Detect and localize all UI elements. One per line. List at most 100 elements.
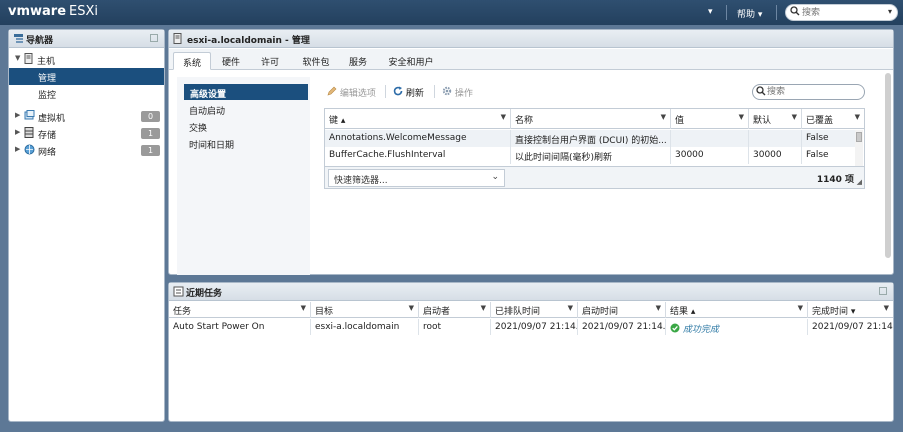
expand-right-icon[interactable]: ▶ [15,111,20,119]
tab-security-users[interactable]: 安全和用户 [385,52,437,70]
chevron-down-icon[interactable]: ▼ [792,113,797,121]
nav-host-label: 主机 [37,57,56,67]
nav-network-label: 网络 [38,148,57,158]
refresh-icon [393,86,406,99]
grid-scrollbar[interactable] [855,130,863,166]
top-bar: vmwareESXi ▾ 帮助 ▾ ▾ [0,0,903,25]
gear-icon [442,86,455,99]
grid-search-input[interactable] [767,86,857,98]
page-title: esxi-a.localdomain - 管理 [187,36,310,46]
global-search[interactable]: ▾ [785,4,898,21]
chevron-down-icon[interactable]: ▼ [656,304,661,312]
chevron-down-icon[interactable]: ▼ [855,113,860,121]
nav-vms-label: 虚拟机 [38,114,66,124]
network-icon [24,144,35,158]
actions-button[interactable]: 操作 [442,86,473,99]
vm-count-badge: 0 [141,111,160,122]
chevron-down-icon[interactable]: ▼ [739,113,744,121]
chevron-down-icon[interactable]: ▼ [798,304,803,312]
search-icon [756,86,766,99]
chevron-down-icon[interactable]: ▼ [481,304,486,312]
col-value-header[interactable]: 值 ▼ [671,109,749,129]
col-default-header[interactable]: 默认 ▼ [749,109,802,129]
navigator-icon [13,33,24,47]
col-task-header[interactable]: 任务 ▼ [169,302,311,318]
cell-queued: 2021/09/07 21:14... [491,319,578,335]
nav-storage[interactable]: ▶ 存储 1 [9,125,164,142]
col-name-header[interactable]: 名称 ▼ [511,109,671,129]
quick-filter-select[interactable]: 快速筛选器... ⌄ [328,169,505,187]
menu-advanced-settings[interactable]: 高级设置 [184,84,308,100]
table-row[interactable]: Annotations.WelcomeMessage 直接控制台用户界面 (DC… [325,130,855,147]
chevron-down-icon[interactable]: ▼ [409,304,414,312]
manage-header: esxi-a.localdomain - 管理 [169,30,893,48]
col-initiator-header[interactable]: 启动者 ▼ [419,302,491,318]
chevron-down-icon[interactable]: ⌄ [491,172,499,182]
tab-hardware[interactable]: 硬件 [216,52,246,70]
tab-system[interactable]: 系统 [173,52,211,70]
edit-option-button[interactable]: 编辑选项 [327,86,376,99]
scrollbar-thumb[interactable] [856,132,862,142]
nav-host[interactable]: ▼ 主机 [9,51,164,68]
global-search-input[interactable] [802,6,880,19]
cell-value: 30000 [671,147,749,164]
col-result-header[interactable]: 结果 ▴ ▼ [666,302,808,318]
cell-started: 2021/09/07 21:14... [578,319,666,335]
chevron-down-icon[interactable]: ▼ [301,304,306,312]
vm-icon [24,110,35,124]
recent-tasks-header: 近期任务 [169,283,893,301]
chevron-down-icon[interactable]: ▾ [888,7,892,16]
col-overridden-header[interactable]: 已覆盖 ▼ [802,109,864,129]
col-key-header[interactable]: 键 ▴ ▼ [325,109,511,129]
col-started-header[interactable]: 启动时间 ▼ [578,302,666,318]
nav-manage-label: 管理 [38,74,57,84]
expand-down-icon[interactable]: ▼ [15,54,20,62]
refresh-label: 刷新 [405,89,424,99]
nav-monitor[interactable]: 监控 [9,85,164,102]
col-target-header[interactable]: 目标 ▼ [311,302,419,318]
panel-scrollbar[interactable] [885,73,891,258]
item-count: 1140 项 [816,175,854,185]
chevron-down-icon[interactable]: ▼ [661,113,666,121]
chevron-down-icon[interactable]: ▼ [501,113,506,121]
help-menu-button[interactable]: 帮助 ▾ [737,7,762,20]
cell-result: 成功完成 [666,319,808,335]
table-row[interactable]: BufferCache.FlushInterval 以此时间间隔(毫秒)刷新 3… [325,147,855,164]
tab-packages[interactable]: 软件包 [296,52,336,70]
cell-overridden: False [806,133,829,143]
menu-time-date[interactable]: 时间和日期 [183,135,307,151]
cell-key: Annotations.WelcomeMessage [325,130,511,147]
col-queued-header[interactable]: 已排队时间 ▼ [491,302,578,318]
col-completed-header[interactable]: 完成时间 ▾ ▼ [808,302,893,318]
collapse-icon[interactable] [150,34,158,42]
actions-label: 操作 [454,89,473,99]
expand-right-icon[interactable]: ▶ [15,128,20,136]
expand-right-icon[interactable]: ▶ [15,145,20,153]
advanced-settings-grid: 键 ▴ ▼ 名称 ▼ 值 ▼ 默认 ▼ 已覆盖 ▼ Annotations.Welcome… [324,108,865,189]
navigator-title: 导航器 [26,36,54,46]
refresh-button[interactable]: 刷新 [393,86,424,99]
tab-license[interactable]: 许可 [255,52,285,70]
success-check-icon [670,323,683,335]
quick-filter-label: 快速筛选器... [334,176,388,186]
search-icon [790,6,800,19]
logo-vmware: vmware [8,4,67,19]
nav-manage[interactable]: 管理 [9,68,164,85]
nav-vms[interactable]: ▶ 虚拟机 0 [9,108,164,125]
nav-network[interactable]: ▶ 网络 1 [9,142,164,159]
recent-tasks-panel: 近期任务 任务 ▼ 目标 ▼ 启动者 ▼ 已排队时间 ▼ 启动时间 ▼ 结果 ▴ ▼ 完成时… [168,282,894,422]
menu-swap[interactable]: 交换 [183,118,307,134]
tab-bar: 系统 硬件 许可 软件包 服务 安全和用户 [169,49,893,70]
grid-footer: 快速筛选器... ⌄ 1140 项 ◢ [325,166,864,188]
task-row[interactable]: Auto Start Power On esxi-a.localdomain r… [169,319,893,335]
menu-autostart[interactable]: 自动启动 [183,101,307,117]
chevron-down-icon[interactable]: ▼ [884,304,889,312]
user-menu-button[interactable]: ▾ [708,7,713,17]
resize-grip-icon[interactable]: ◢ [857,178,862,186]
collapse-icon[interactable] [879,287,887,295]
network-count-badge: 1 [141,145,160,156]
grid-search[interactable] [752,84,865,100]
chevron-down-icon[interactable]: ▼ [568,304,573,312]
tab-services[interactable]: 服务 [343,52,373,70]
navigator-panel: 导航器 ▼ 主机 管理 监控 ▶ 虚拟机 0 ▶ 存储 1 ▶ 网络 1 [8,29,165,422]
